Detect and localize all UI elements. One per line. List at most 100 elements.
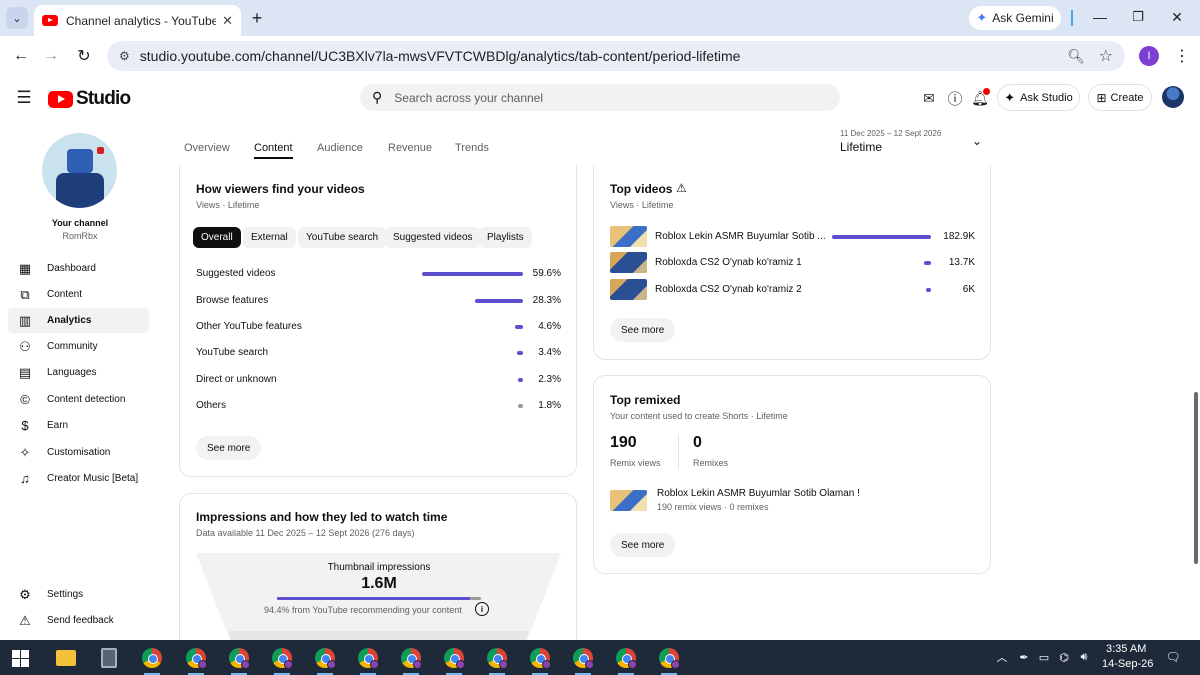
sidebar-item-send-feedback[interactable]: ⚠ Send feedback [8,608,149,633]
browser-tab-active[interactable]: Channel analytics - YouTube Stu ✕ [34,5,241,36]
chip-youtube-search[interactable]: YouTube search [298,227,387,248]
tab-search-chevron-icon[interactable]: ⌄ [6,7,28,29]
taskbar-clock-time[interactable]: 3:35 AM [1106,643,1146,655]
sidebar-item-community[interactable]: ⚇ Community [8,334,149,359]
chevron-down-icon[interactable]: ⌄ [972,134,982,148]
hamburger-menu-icon[interactable]: ☰ [12,87,36,109]
chrome-profile-icon[interactable] [528,646,552,675]
reload-icon[interactable]: ↻ [73,45,95,67]
studio-search-input[interactable] [394,90,815,105]
file-explorer-icon[interactable] [54,646,78,670]
chrome-profile-icon[interactable] [399,646,423,675]
studio-logo[interactable]: Studio [48,88,131,110]
see-more-button[interactable]: See more [610,533,676,557]
sidebar-item-earn[interactable]: $ Earn [8,413,149,438]
battery-icon[interactable]: ▭ [1036,649,1052,665]
chip-suggested-videos[interactable]: Suggested videos [385,227,481,248]
period-date-range[interactable]: 11 Dec 2025 – 12 Sept 2026 [840,129,941,138]
top-video-row[interactable]: Roblox Lekin ASMR Buyumlar Sotib ... 182… [610,226,975,247]
chrome-profile-icon[interactable] [485,646,509,675]
sidebar-item-label: Content detection [47,394,126,405]
channel-avatar[interactable] [42,133,117,208]
recommendation-share-track [277,597,481,600]
chrome-profile-icon[interactable] [270,646,294,675]
chrome-profile-icon[interactable] [313,646,337,675]
ask-studio-label: Ask Studio [1020,91,1073,104]
top-video-row[interactable]: Robloxda CS2 O'ynab ko'ramiz 2 6K [610,279,975,300]
notification-center-icon[interactable]: 🗨︎ [1165,649,1181,665]
sidebar-item-settings[interactable]: ⚙ Settings [8,582,149,607]
network-icon[interactable]: ⌬ [1056,649,1072,665]
chip-external[interactable]: External [243,227,296,248]
sidebar-item-dashboard[interactable]: ▦ Dashboard [8,256,149,281]
scrollbar-thumb[interactable] [1194,392,1198,564]
chrome-profile-icon[interactable] [614,646,638,675]
traffic-source-value: 1.8% [538,400,561,411]
tab-content[interactable]: Content [254,142,293,154]
zoom-icon[interactable]: 🔍︎ [1067,48,1085,65]
top-video-row[interactable]: Robloxda CS2 O'ynab ko'ramiz 1 13.7K [610,252,975,273]
tab-trends[interactable]: Trends [455,142,489,154]
site-info-icon[interactable]: ⚙ [119,49,130,63]
sidebar-item-customisation[interactable]: ✧ Customisation [8,440,149,465]
studio-logo-text: Studio [76,88,131,109]
video-title[interactable]: Robloxda CS2 O'ynab ko'ramiz 2 [655,284,802,295]
new-tab-button[interactable]: + [247,8,267,28]
sidebar-item-analytics[interactable]: ▥ Analytics [8,308,149,333]
volume-icon[interactable]: 🔊︎ [1076,649,1092,665]
chrome-profile-icon[interactable] [657,646,681,675]
studio-search-bar[interactable]: ⚲ [360,84,840,111]
period-selector-value[interactable]: Lifetime [840,140,882,154]
browser-profile-avatar[interactable]: I [1139,46,1159,66]
feedback-message-icon[interactable]: ✉ [918,87,940,109]
chip-playlists[interactable]: Playlists [479,227,532,248]
sidebar-item-content[interactable]: ⧉ Content [8,282,149,307]
video-title[interactable]: Roblox Lekin ASMR Buyumlar Sotib ... [655,231,826,242]
see-more-button[interactable]: See more [196,436,262,460]
warning-icon[interactable]: ⚠ [676,181,687,195]
taskbar-clock-date[interactable]: 14-Sep-26 [1102,658,1153,670]
info-icon[interactable]: i [475,602,489,616]
forward-arrow-icon[interactable]: → [40,45,62,67]
active-tab-indicator [254,157,293,159]
recommendation-share-fill [277,597,470,600]
browser-menu-icon[interactable]: ⋮ [1172,45,1192,67]
bookmark-star-icon[interactable]: ☆ [1099,46,1113,66]
tab-overview[interactable]: Overview [184,142,230,154]
create-button[interactable]: ⊞ Create [1088,84,1152,111]
remixed-video-title[interactable]: Roblox Lekin ASMR Buyumlar Sotib Olaman … [657,488,860,499]
video-thumbnail[interactable] [610,490,647,511]
pen-icon[interactable]: ✒ [1016,649,1032,665]
chrome-profile-icon[interactable] [442,646,466,675]
sidebar-item-content-detection[interactable]: © Content detection [8,387,149,412]
window-close-icon[interactable]: ✕ [1167,7,1187,27]
back-arrow-icon[interactable]: ← [10,45,32,67]
calculator-icon[interactable] [97,646,121,670]
ask-gemini-button[interactable]: ✦ Ask Gemini [969,6,1061,30]
video-title[interactable]: Robloxda CS2 O'ynab ko'ramiz 1 [655,257,802,268]
address-bar[interactable]: ⚙ studio.youtube.com/channel/UC3BXlv7la-… [107,41,1125,71]
chrome-profile-icon[interactable] [571,646,595,675]
traffic-source-bar [475,299,523,303]
tray-chevron-up-icon[interactable]: ︿ [995,649,1009,665]
remix-views-label: Remix views [610,458,661,468]
see-more-button[interactable]: See more [610,318,676,342]
help-icon[interactable]: ⓘ [944,87,966,109]
tab-revenue[interactable]: Revenue [388,142,432,154]
page-scrollbar[interactable] [1192,120,1200,640]
chrome-profile-icon[interactable] [184,646,208,675]
minimize-icon[interactable]: — [1090,7,1110,27]
sidebar-item-languages[interactable]: ▤ Languages [8,360,149,385]
chrome-icon[interactable] [140,646,164,675]
windows-start-icon[interactable] [10,648,30,668]
close-tab-icon[interactable]: ✕ [222,13,233,29]
chip-overall[interactable]: Overall [193,227,241,248]
account-avatar[interactable] [1162,86,1184,108]
restore-icon[interactable]: ❐ [1128,7,1148,27]
chrome-profile-icon[interactable] [356,646,380,675]
sidebar-item-creator-music[interactable]: ♫ Creator Music [Beta] [8,466,149,491]
ask-studio-button[interactable]: ✦ Ask Studio [997,84,1080,111]
tab-audience[interactable]: Audience [317,142,363,154]
url-text[interactable]: studio.youtube.com/channel/UC3BXlv7la-mw… [140,48,741,64]
chrome-profile-icon[interactable] [227,646,251,675]
